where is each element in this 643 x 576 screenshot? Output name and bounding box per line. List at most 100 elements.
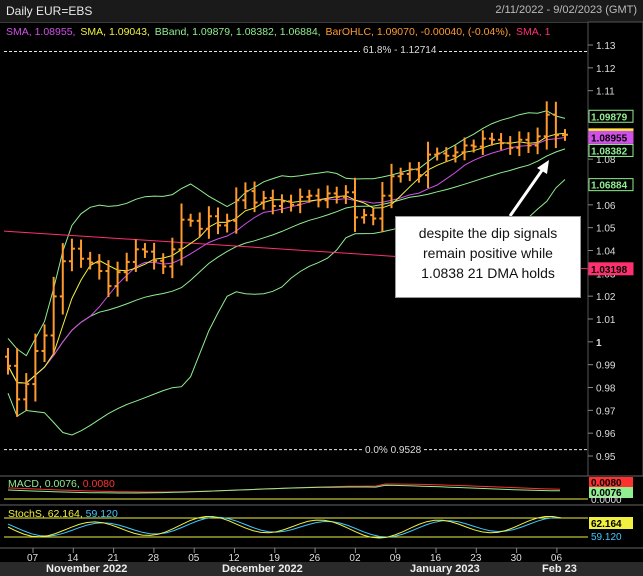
price-tick-label: 1.02 — [596, 292, 616, 303]
ohlc-bar — [59, 243, 66, 315]
ohlc-bar — [178, 203, 185, 266]
legend-sma-1: SMA, 1.08955, — [6, 26, 76, 38]
price-tick-label: 1.11 — [596, 87, 615, 98]
price-label-tag: 1.09879 — [588, 109, 634, 123]
ohlc-bar — [224, 213, 231, 233]
ohlc-bar — [470, 139, 477, 153]
price-tick-label: 1.01 — [596, 315, 616, 326]
ohlc-bar — [315, 188, 322, 208]
price-tick-label: 1.06 — [596, 201, 616, 212]
chart-window: Daily EUR=EBS 2/11/2022 - 9/02/2023 (GMT… — [0, 0, 643, 576]
legend-sma-3: SMA, 1 — [516, 26, 551, 38]
ohlc-bar — [169, 237, 176, 279]
ohlc-bar — [233, 187, 240, 234]
price-label-text: 1.08382 — [591, 146, 628, 157]
ohlc-bar — [479, 130, 486, 155]
price-tick-label: 0.96 — [596, 429, 616, 440]
legend-sma-2: SMA, 1.09043, — [80, 26, 150, 38]
ohlc-bar — [288, 194, 295, 212]
price-tick-label: 0.97 — [596, 406, 616, 417]
legend-bband: BBand, 1.09879, 1.08382, 1.06884, — [154, 26, 321, 38]
ohlc-bar — [68, 238, 75, 272]
ohlc-bar — [260, 190, 267, 210]
ohlc-bar — [196, 212, 203, 238]
macd-axis-value-3: 0.0000 — [591, 495, 622, 506]
ohlc-bar — [96, 254, 103, 280]
price-label-tag: 1.08955 — [588, 130, 634, 144]
ohlc-bar — [41, 324, 48, 363]
ohlc-bar — [187, 213, 194, 227]
month-nov: November 2022 — [46, 563, 128, 575]
stoch-d-line — [7, 516, 562, 538]
price-label-tag: 1.08382 — [588, 143, 634, 157]
stoch-legend: StochS, 62.164, 59.120 — [8, 508, 118, 520]
price-tick-label: 0.99 — [596, 361, 616, 372]
ohlc-bar — [32, 333, 39, 402]
fib-618-label: 61.8% - 1.12714 — [360, 45, 440, 56]
ohlc-bar — [342, 185, 349, 204]
ohlc-bar — [452, 145, 459, 163]
price-label-text: 1.09879 — [591, 112, 628, 123]
annotation-line-3: 1.0838 21 DMA holds — [421, 265, 555, 281]
arrow-shaft — [508, 165, 547, 217]
ohlc-bar — [141, 243, 148, 258]
ohlc-bar — [87, 251, 94, 270]
stoch-label: StochS, — [8, 508, 45, 520]
annotation-line-2: remain positive while — [423, 245, 553, 261]
price-tick-label: 0.95 — [596, 452, 616, 463]
ohlc-bar — [151, 242, 158, 270]
ohlc-bar — [461, 137, 468, 161]
price-tick-label: 1.12 — [596, 64, 616, 75]
ohlc-bar — [114, 261, 121, 297]
price-label-tag: 1.03198 — [588, 262, 634, 276]
ohlc-bar — [498, 133, 505, 150]
ohlc-bar — [278, 194, 285, 214]
ohlc-bar — [351, 177, 358, 232]
month-strip: November 2022 December 2022 January 2023… — [0, 562, 643, 576]
ohlc-bar — [78, 239, 85, 268]
fib-0-label: 0.0% 0.9528 — [362, 445, 425, 456]
ohlc-bar — [425, 141, 432, 189]
price-label-text: 1.06884 — [591, 181, 628, 192]
ohlc-bar — [215, 207, 222, 235]
ohlc-bar — [434, 147, 441, 161]
ohlc-bar — [50, 276, 57, 355]
month-jan: January 2023 — [410, 563, 480, 575]
legend-barohlc: BarOHLC, 1.09070, -0.00040, (-0.04%), — [325, 26, 512, 38]
annotation-line-1: despite the dip signals — [418, 225, 558, 241]
ohlc-bar — [562, 129, 568, 141]
ohlc-bar — [516, 131, 523, 157]
month-feb: Feb 23 — [542, 563, 577, 575]
price-tick-label: 1.05 — [596, 224, 616, 235]
stoch-axis-value-2: 59.120 — [591, 532, 622, 543]
arrow-head — [537, 160, 549, 174]
ohlc-bar — [397, 167, 404, 183]
macd-legend: MACD, 0.0076, 0.0080 — [8, 478, 115, 490]
stoch-axis-value-1: 62.164 — [591, 519, 622, 530]
month-dec: December 2022 — [222, 563, 303, 575]
indicator-legend: SMA, 1.08955, SMA, 1.09043, BBand, 1.098… — [6, 26, 552, 38]
price-label-tag: 1.06884 — [588, 178, 634, 192]
price-label-text: 1.08955 — [591, 133, 628, 144]
ohlc-bar — [105, 260, 112, 298]
macd-value-1: 0.0076, — [44, 478, 80, 490]
price-tick-label: 0.98 — [596, 384, 616, 395]
stoch-value-1: 62.164, — [47, 508, 83, 520]
macd-value-2: 0.0080 — [82, 478, 115, 490]
price-label-text: 1.03198 — [591, 265, 628, 276]
ohlc-bar — [552, 101, 559, 149]
price-tick-label: 1.13 — [596, 41, 616, 52]
annotation-box: despite the dip signals remain positive … — [395, 216, 581, 298]
stoch-value-2: 59.120 — [85, 508, 118, 520]
ohlc-bar — [324, 185, 331, 209]
ohlc-bar — [507, 136, 514, 155]
ohlc-bar — [23, 373, 30, 411]
ohlc-bar — [370, 208, 377, 226]
ohlc-bar — [443, 147, 450, 163]
ohlc-bar — [205, 206, 212, 239]
ohlc-bar — [361, 208, 368, 224]
ohlc-bar — [543, 101, 550, 150]
price-tick-label: 1 — [596, 338, 602, 349]
ohlc-bar — [333, 186, 340, 204]
ohlc-bar — [406, 162, 413, 182]
